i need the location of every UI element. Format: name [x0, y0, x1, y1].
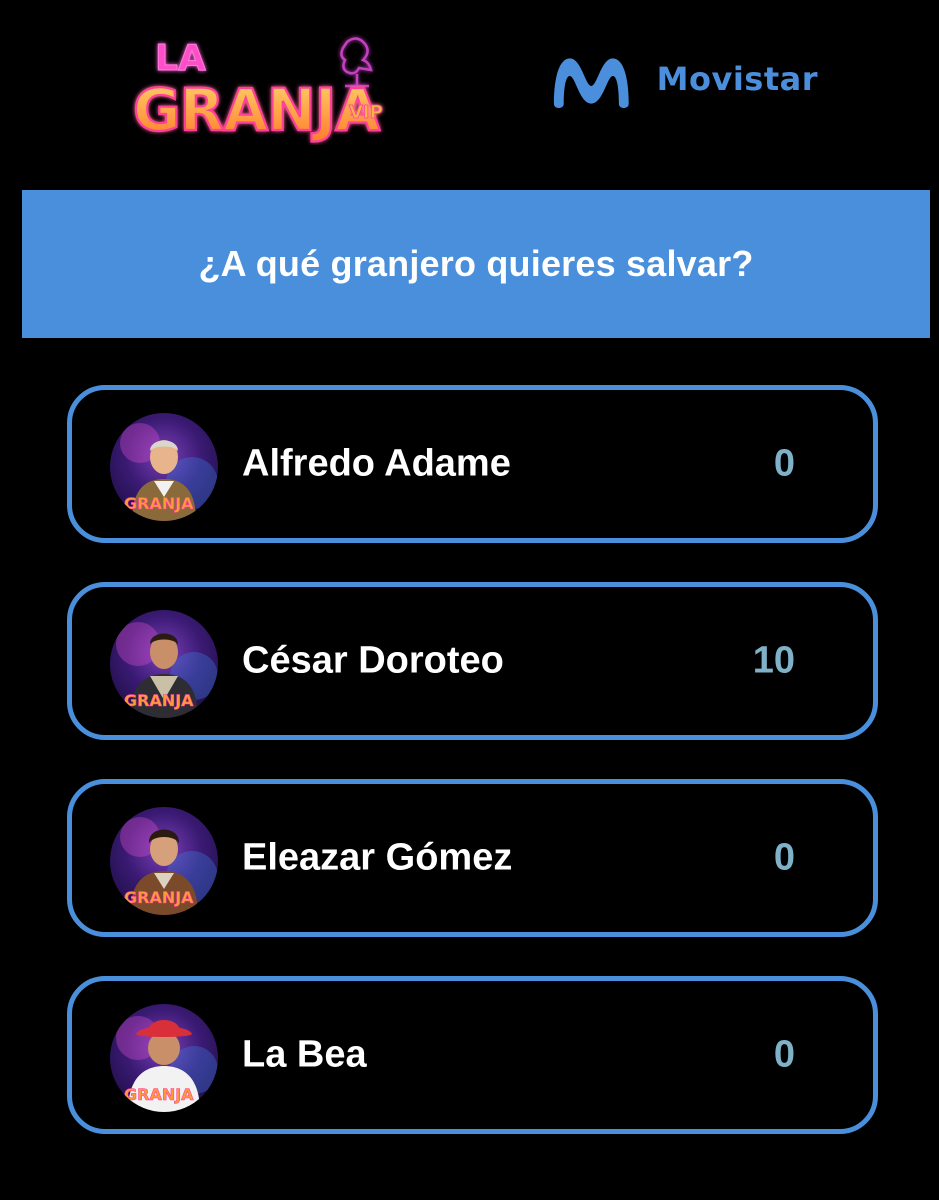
movistar-m-icon	[553, 58, 629, 109]
poll-option-la-bea[interactable]: GRANJA La Bea 0	[67, 976, 878, 1134]
poll-options: GRANJA Alfredo Adame 0 GRANJA César Doro…	[0, 0, 939, 1200]
avatar-alfredo-adame: GRANJA	[110, 413, 218, 521]
avatar-cesar-doroteo: GRANJA	[110, 610, 218, 718]
option-vote-count: 10	[752, 639, 795, 682]
header: LA GRANJA VIP Movistar	[0, 0, 939, 180]
option-name: César Doroteo	[242, 639, 504, 682]
option-vote-count: 0	[773, 442, 795, 485]
question-banner: ¿A qué granjero quieres salvar?	[22, 190, 930, 338]
poll-question: ¿A qué granjero quieres salvar?	[198, 243, 754, 284]
poll-option-cesar-doroteo[interactable]: GRANJA César Doroteo 10	[67, 582, 878, 740]
avatar-eleazar-gomez: GRANJA	[110, 807, 218, 915]
svg-text:GRANJA: GRANJA	[124, 691, 194, 710]
poll-option-alfredo-adame[interactable]: GRANJA Alfredo Adame 0	[67, 385, 878, 543]
option-name: Alfredo Adame	[242, 442, 511, 485]
movistar-wordmark: Movistar	[656, 60, 818, 98]
poll-option-eleazar-gomez[interactable]: GRANJA Eleazar Gómez 0	[67, 779, 878, 937]
svg-text:GRANJA: GRANJA	[124, 1085, 194, 1104]
avatar-la-bea: GRANJA	[110, 1004, 218, 1112]
option-vote-count: 0	[773, 1033, 795, 1076]
la-granja-vip-logo: LA GRANJA VIP	[125, 30, 395, 145]
svg-text:GRANJA: GRANJA	[124, 494, 194, 513]
movistar-logo: Movistar	[548, 44, 818, 114]
logo-vip-text: VIP	[349, 102, 383, 123]
logo-granja-text: GRANJA	[133, 76, 380, 144]
svg-text:GRANJA: GRANJA	[124, 888, 194, 907]
option-vote-count: 0	[773, 836, 795, 879]
option-name: Eleazar Gómez	[242, 836, 513, 879]
logo-la-text: LA	[155, 38, 206, 79]
option-name: La Bea	[242, 1033, 367, 1076]
